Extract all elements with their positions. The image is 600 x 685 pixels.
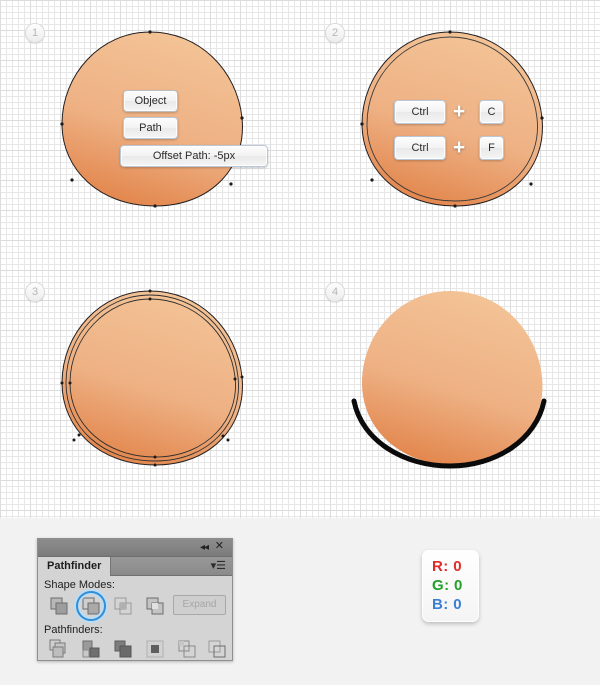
plus-icon-paste: + (453, 136, 466, 159)
plus-icon-copy: + (453, 100, 466, 123)
step-panel-3: 3 (0, 259, 300, 518)
rgb-red-line: R: 0 (432, 557, 479, 576)
rgb-green-channel: G: (432, 577, 450, 594)
collapse-chevrons-icon[interactable]: ◂◂ (200, 542, 209, 553)
rgb-green-line: G: 0 (432, 576, 479, 595)
tab-pathfinder[interactable]: Pathfinder (38, 557, 112, 576)
outline-icon[interactable] (176, 638, 198, 660)
expand-button[interactable]: Expand (173, 595, 226, 615)
rgb-green-value: 0 (454, 577, 463, 594)
rgb-red-value: 0 (453, 558, 462, 575)
shape-illustration-3 (0, 259, 300, 518)
rgb-blue-line: B: 0 (432, 595, 479, 614)
step-panel-1: 1 Object Path Offset Path: -5px (0, 0, 300, 259)
pathfinder-tab-row: Pathfinder ▾☰ (38, 557, 232, 576)
shape-modes-label: Shape Modes: (44, 579, 115, 591)
exclude-icon[interactable] (144, 595, 166, 617)
minus-back-icon[interactable] (206, 638, 228, 660)
rgb-red-channel: R: (432, 558, 449, 575)
graph-paper-canvas: 1 Object Path Offset Path: -5px 2 Ctrl +… (0, 0, 600, 518)
intersect-icon[interactable] (112, 595, 134, 617)
key-f[interactable]: F (479, 136, 504, 160)
shape-illustration-2 (300, 0, 600, 259)
trim-icon[interactable] (80, 638, 102, 660)
menu-item-offset-path[interactable]: Offset Path: -5px (120, 145, 268, 167)
panel-menu-icon[interactable]: ▾☰ (211, 560, 226, 572)
unite-icon[interactable] (48, 595, 70, 617)
divide-icon[interactable] (48, 638, 70, 660)
key-ctrl-copy[interactable]: Ctrl (394, 100, 446, 124)
pathfinders-label: Pathfinders: (44, 624, 103, 636)
merge-icon[interactable] (112, 638, 134, 660)
rgb-values-card: R: 0 G: 0 B: 0 (422, 550, 479, 622)
rgb-blue-channel: B: (432, 596, 449, 613)
pathfinder-panel: ◂◂ ✕ Pathfinder ▾☰ Shape Modes: Expand P… (37, 538, 233, 661)
crop-icon[interactable] (144, 638, 166, 660)
key-ctrl-paste-front[interactable]: Ctrl (394, 136, 446, 160)
menu-item-object[interactable]: Object (123, 90, 178, 112)
minus-front-icon[interactable] (80, 595, 102, 617)
rgb-blue-value: 0 (453, 596, 462, 613)
step-panel-4: 4 (300, 259, 600, 518)
pathfinder-titlebar: ◂◂ ✕ (38, 539, 232, 557)
close-icon[interactable]: ✕ (215, 541, 224, 552)
step-panel-2: 2 Ctrl + C Ctrl + F (300, 0, 600, 259)
key-c[interactable]: C (479, 100, 504, 124)
menu-item-path[interactable]: Path (123, 117, 178, 139)
shape-illustration-4 (300, 259, 600, 518)
